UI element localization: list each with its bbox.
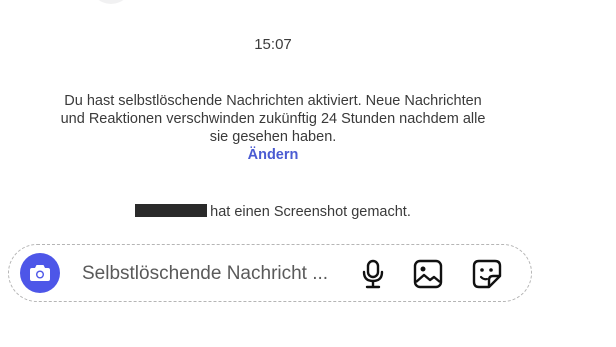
message-timestamp: 15:07 — [254, 36, 292, 53]
avatar[interactable] — [90, 0, 132, 4]
disappearing-messages-text: Du hast selbstlöschende Nachrichten akti… — [60, 93, 486, 145]
message-input[interactable] — [82, 262, 342, 286]
microphone-icon — [361, 259, 385, 289]
gallery-button[interactable] — [412, 258, 444, 290]
screenshot-event-notice: hat einen Screenshot gemacht. — [0, 204, 546, 220]
disappearing-messages-notice: Du hast selbstlöschende Nachrichten akti… — [55, 92, 491, 164]
voice-message-button[interactable] — [357, 258, 389, 290]
redacted-username — [135, 204, 208, 217]
screenshot-event-text: hat einen Screenshot gemacht. — [210, 204, 411, 220]
change-setting-link[interactable]: Ändern — [55, 146, 491, 164]
camera-icon — [29, 263, 51, 283]
sticker-icon — [471, 258, 503, 290]
image-gallery-icon — [413, 259, 443, 289]
camera-button[interactable] — [20, 253, 60, 293]
sticker-button[interactable] — [471, 258, 503, 290]
